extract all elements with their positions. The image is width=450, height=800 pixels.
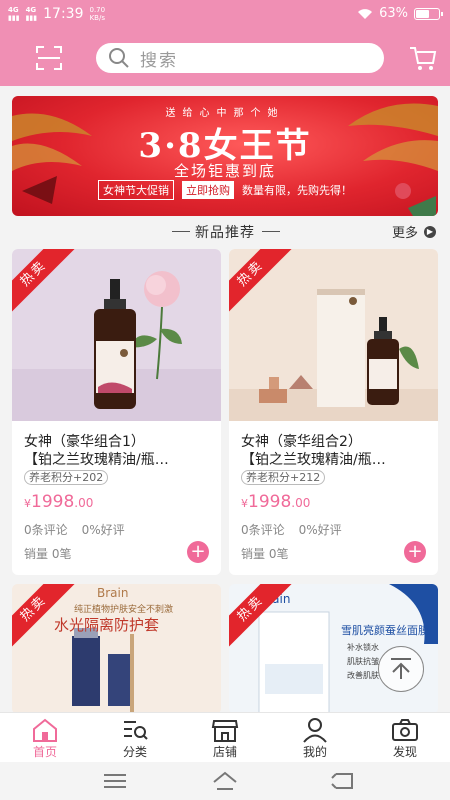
chevron-right-icon: ▶ [424, 225, 436, 238]
battery-percent: 63% [379, 6, 408, 21]
search-placeholder: 搜索 [140, 50, 178, 71]
product-price: ¥1998.00 [24, 492, 94, 512]
system-nav-bar [0, 762, 450, 800]
top-header: 搜索 [0, 30, 450, 86]
promo-banner[interactable]: 送给心中那个她 3·8女王节 全场钜惠到底 女神节大促销 立即抢购 数量有限，先… [12, 96, 438, 216]
more-link[interactable]: 更多 ▶ [392, 222, 436, 241]
search-input[interactable]: 搜索 [96, 43, 384, 73]
tab-category[interactable]: 分类 [90, 713, 180, 762]
tab-label: 首页 [32, 745, 57, 759]
sales-count: 销量 0笔 [241, 547, 289, 561]
user-icon [303, 718, 327, 743]
product-bullet: 改善肌肤 [347, 671, 379, 680]
banner-buy-button[interactable]: 立即抢购 [182, 181, 234, 199]
bottom-tab-bar: 首页 分类 店铺 我的 发现 [0, 712, 450, 762]
scroll-to-top-button[interactable] [378, 646, 424, 692]
scan-icon [36, 46, 62, 70]
product-subname: 【铂之兰玫瑰精油/瓶… [241, 452, 386, 468]
battery-icon [414, 7, 443, 20]
network-indicator-2: 4G ▮▮▮ [25, 6, 38, 22]
review-stats: 0条评论 0%好评 [241, 521, 342, 538]
status-time: 17:39 [43, 6, 84, 22]
tab-label: 发现 [392, 745, 417, 759]
comment-count: 0条评论 [24, 523, 68, 537]
product-bullet: 补水锁水 [347, 643, 379, 652]
wifi-icon [358, 8, 373, 19]
product-name: 女神（豪华组合2） [241, 434, 362, 450]
cart-icon [410, 47, 437, 70]
tab-home[interactable]: 首页 [0, 713, 90, 762]
points-badge: 养老积分+212 [241, 470, 326, 485]
product-subname: 【铂之兰玫瑰精油/瓶… [24, 452, 169, 468]
comment-count: 0条评论 [241, 523, 285, 537]
network-indicator-1: 4G ▮▮▮ [8, 6, 20, 22]
sales-count: 销量 0笔 [24, 547, 72, 561]
menu-icon[interactable] [102, 770, 128, 792]
product-headline: 雪肌亮颜蚕丝面膜 [341, 624, 429, 637]
banner-subtitle: 全场钜惠到底 [173, 162, 276, 180]
tab-discover[interactable]: 发现 [360, 713, 450, 762]
good-rate: 0%好评 [81, 523, 125, 537]
tab-store[interactable]: 店铺 [180, 713, 270, 762]
tab-label: 店铺 [212, 745, 237, 759]
section-header: 新品推荐 更多 ▶ [0, 218, 450, 244]
points-badge: 养老积分+202 [24, 470, 109, 485]
add-to-cart-button[interactable]: + [404, 541, 426, 563]
banner-limit-text: 数量有限，先购先得！ [242, 184, 352, 197]
review-stats: 0条评论 0%好评 [24, 521, 125, 538]
brand-logo: Brain [97, 586, 129, 600]
section-divider-right [262, 231, 280, 232]
category-icon [124, 721, 148, 740]
search-icon [109, 48, 129, 68]
product-card[interactable]: 热卖 女神（豪华组合2） 【铂之兰玫瑰精油/瓶… 养老积分+212 ¥1998.… [229, 249, 438, 575]
network-speed: 0.70 KB/s [89, 6, 106, 22]
scan-button[interactable] [34, 44, 64, 72]
product-headline: 水光隔离防护套 [54, 616, 160, 634]
home-nav-icon[interactable] [212, 770, 238, 792]
more-label: 更多 [391, 226, 418, 241]
arrow-up-icon [391, 658, 411, 679]
home-icon [33, 718, 57, 742]
cart-button[interactable] [408, 44, 438, 72]
product-name: 女神（豪华组合1） [24, 434, 145, 450]
banner-promo-row: 女神节大促销 立即抢购 数量有限，先购先得！ [12, 180, 438, 200]
product-bullet: 肌肤抗皱 [347, 657, 379, 666]
product-price: ¥1998.00 [241, 492, 311, 512]
store-icon [211, 720, 239, 742]
camera-icon [392, 719, 418, 741]
good-rate: 0%好评 [298, 523, 342, 537]
product-card[interactable]: 热卖 女神（豪华组合1） 【铂之兰玫瑰精油/瓶… 养老积分+202 ¥1998.… [12, 249, 221, 575]
product-card[interactable]: Brain 纯正植物护肤安全不刺激 水光隔离防护套 热卖 [12, 584, 221, 714]
banner-top-text: 送给心中那个她 [165, 108, 285, 119]
tab-label: 我的 [302, 745, 327, 759]
status-bar: 4G ▮▮▮ 4G ▮▮▮ 17:39 0.70 KB/s 63% [0, 0, 450, 30]
tab-label: 分类 [122, 745, 147, 759]
add-to-cart-button[interactable]: + [187, 541, 209, 563]
tab-mine[interactable]: 我的 [270, 713, 360, 762]
section-title: 新品推荐 [195, 225, 255, 241]
back-icon[interactable] [330, 770, 356, 792]
banner-promo-label: 女神节大促销 [98, 180, 174, 200]
